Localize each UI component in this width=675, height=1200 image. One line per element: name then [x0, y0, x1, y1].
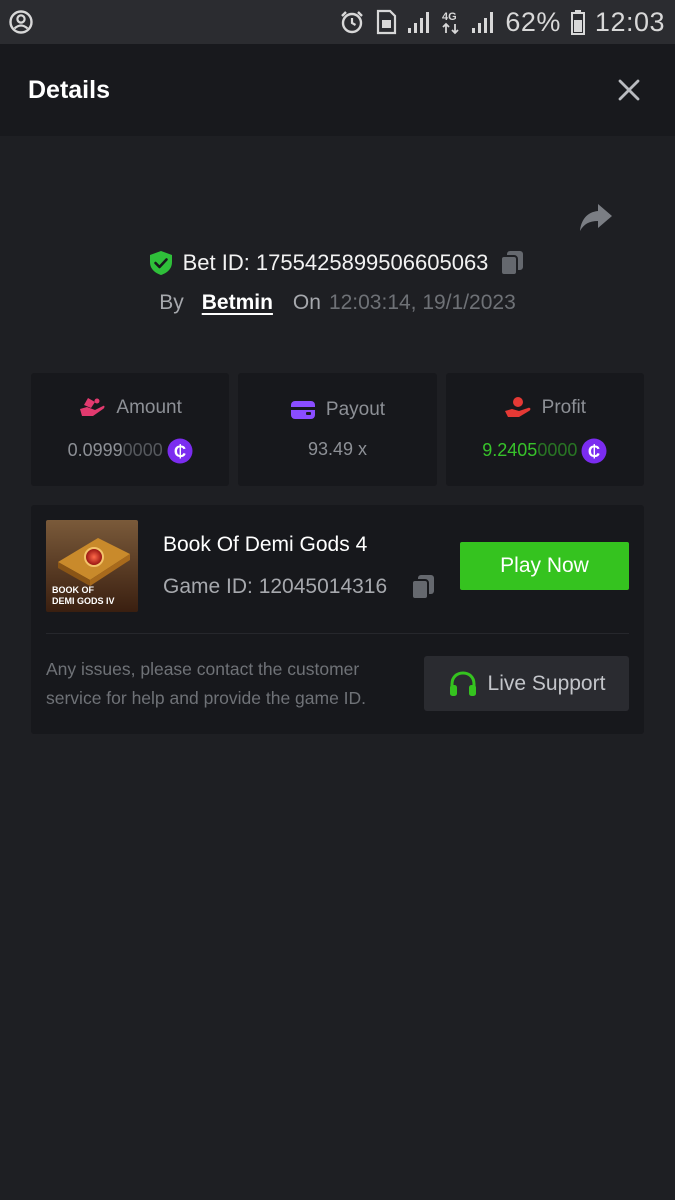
game-name: Book Of Demi Gods 4 — [163, 533, 368, 556]
coin-icon: ₵ — [581, 438, 607, 463]
copy-game-id-icon[interactable] — [409, 573, 437, 601]
live-support-label: Live Support — [487, 671, 606, 695]
game-thumbnail[interactable]: BOOK OF DEMI GODS IV — [46, 520, 138, 612]
alarm-icon — [341, 11, 364, 34]
battery-icon — [570, 10, 585, 35]
play-now-button[interactable]: Play Now — [460, 542, 629, 590]
game-cover-art: BOOK OF DEMI GODS IV — [46, 520, 138, 612]
bet-id: Bet ID: 1755425899506605063 — [182, 250, 489, 275]
page-title: Details — [28, 75, 110, 104]
support-hint: Any issues, please contact the customer … — [46, 659, 367, 708]
details-header: Details — [0, 44, 675, 136]
svg-text:BOOK OF: BOOK OF — [52, 585, 95, 595]
svg-text:₵: ₵ — [174, 442, 186, 461]
headset-icon — [449, 670, 476, 696]
share-button[interactable] — [576, 200, 616, 236]
amount-label: Amount — [116, 396, 182, 418]
coin-icon: ₵ — [167, 438, 193, 463]
user-link[interactable]: Betmin — [202, 291, 273, 315]
battery-percent: 62% — [505, 6, 561, 37]
game-id: Game ID: 12045014316 — [163, 575, 388, 598]
wallet-icon — [290, 401, 315, 419]
bet-id-row: Bet ID: 1755425899506605063 — [0, 244, 675, 282]
svg-text:4G: 4G — [442, 11, 457, 23]
live-support-button[interactable]: Live Support — [424, 656, 629, 711]
copy-bet-id-icon[interactable] — [498, 249, 526, 277]
on-label: On — [292, 291, 321, 314]
bet-author-row: By Betmin On 12:03:14, 19/1/2023 — [0, 285, 675, 321]
payout-value: 93.49 x — [307, 439, 368, 459]
payout-card: Payout 93.49 x — [238, 373, 437, 486]
clock: 12:03 — [594, 6, 665, 37]
share-icon — [580, 204, 612, 231]
close-icon — [618, 79, 640, 101]
by-label: By — [159, 291, 184, 314]
game-card: BOOK OF DEMI GODS IV Book Of Demi Gods 4… — [31, 505, 644, 734]
profit-label: Profit — [541, 396, 586, 418]
divider — [46, 633, 629, 634]
account-icon — [9, 10, 33, 34]
profit-value: 9.24050000 — [482, 440, 578, 460]
bet-stats: Amount 0.09990000 ₵ Payout 93.49 x Profi… — [31, 373, 644, 486]
amount-card: Amount 0.09990000 ₵ — [31, 373, 230, 486]
bet-timestamp: 12:03:14, 19/1/2023 — [328, 291, 516, 314]
signal-icon — [408, 12, 430, 33]
4g-icon: 4G — [442, 11, 460, 35]
sim-card-icon — [377, 9, 397, 35]
hand-profit-icon — [504, 396, 531, 417]
close-button[interactable] — [611, 72, 647, 108]
hand-coins-icon — [80, 397, 105, 416]
status-bar: 4G 62% 12:03 — [0, 0, 675, 44]
amount-value: 0.09990000 — [67, 440, 163, 460]
svg-text:DEMI GODS IV: DEMI GODS IV — [52, 596, 115, 606]
svg-text:₵: ₵ — [588, 442, 600, 461]
profit-card: Profit 9.24050000 ₵ — [445, 373, 644, 486]
verified-shield-icon — [149, 251, 172, 275]
game-id-row: Game ID: 12045014316 — [163, 573, 437, 601]
payout-label: Payout — [325, 399, 386, 420]
signal-icon-2 — [472, 12, 494, 33]
